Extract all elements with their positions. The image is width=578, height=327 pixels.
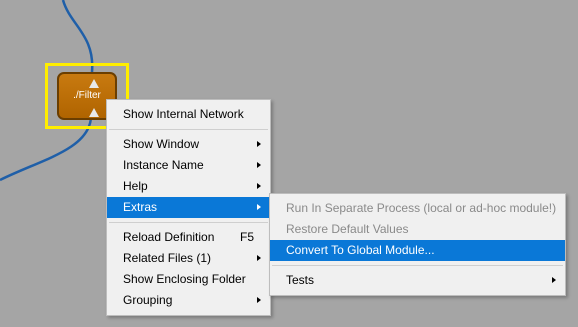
menu-item-related-files[interactable]: Related Files (1) (107, 248, 270, 269)
menu-item-label: Tests (286, 273, 315, 287)
menu-item-restore-default-values[interactable]: Restore Default Values (270, 219, 565, 240)
output-port-icon[interactable] (89, 108, 99, 117)
menu-item-label: Related Files (1) (123, 251, 212, 265)
menu-item-label: Convert To Global Module... (286, 243, 435, 257)
menu-item-label: Show Internal Network (123, 107, 244, 121)
menu-item-label: Show Window (123, 137, 200, 151)
submenu-arrow-icon (257, 141, 261, 147)
menu-item-label: Show Enclosing Folder (123, 272, 246, 286)
menu-item-label: Help (123, 179, 148, 193)
input-port-icon[interactable] (89, 79, 99, 88)
submenu-arrow-icon (257, 162, 261, 168)
submenu-arrow-icon (257, 255, 261, 261)
menu-item-show-window[interactable]: Show Window (107, 134, 270, 155)
menu-item-show-internal-network[interactable]: Show Internal Network (107, 104, 270, 125)
menu-item-label: Reload Definition (123, 230, 215, 244)
extras-submenu: Run In Separate Process (local or ad-hoc… (269, 193, 566, 296)
menu-item-help[interactable]: Help (107, 176, 270, 197)
menu-item-grouping[interactable]: Grouping (107, 290, 270, 311)
menu-item-run-in-separate-process[interactable]: Run In Separate Process (local or ad-hoc… (270, 198, 565, 219)
menu-item-label: Run In Separate Process (local or ad-hoc… (286, 201, 557, 215)
menu-item-extras[interactable]: Extras (107, 197, 270, 218)
menu-separator (109, 222, 268, 223)
menu-item-tests[interactable]: Tests (270, 270, 565, 291)
shortcut-label: F5 (239, 230, 254, 244)
menu-item-label: Instance Name (123, 158, 204, 172)
menu-item-show-enclosing-folder[interactable]: Show Enclosing Folder (107, 269, 270, 290)
menu-item-label: Extras (123, 200, 158, 214)
connection-line[interactable] (61, 0, 94, 73)
menu-separator (109, 129, 268, 130)
menu-item-convert-to-global-module[interactable]: Convert To Global Module... (270, 240, 565, 261)
menu-separator (272, 265, 563, 266)
submenu-arrow-icon (257, 204, 261, 210)
submenu-arrow-icon (257, 297, 261, 303)
menu-item-reload-definition[interactable]: Reload Definition F5 (107, 227, 270, 248)
submenu-arrow-icon (257, 183, 261, 189)
menu-item-instance-name[interactable]: Instance Name (107, 155, 270, 176)
menu-item-label: Grouping (123, 293, 173, 307)
submenu-arrow-icon (552, 277, 556, 283)
context-menu: Show Internal Network Show Window Instan… (106, 99, 271, 316)
menu-item-label: Restore Default Values (286, 222, 409, 236)
